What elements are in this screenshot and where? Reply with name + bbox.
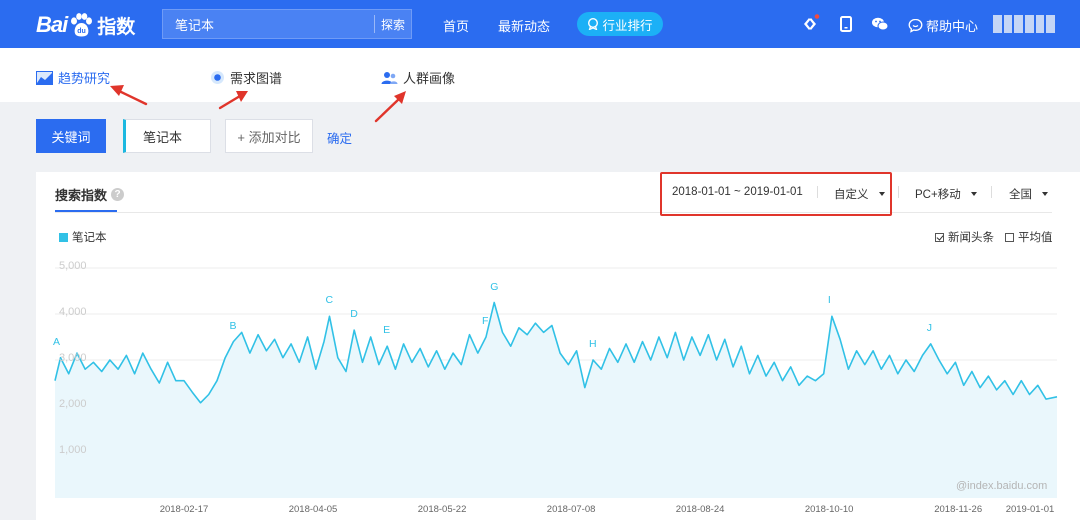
news-annotation-marker[interactable]: C bbox=[326, 294, 334, 306]
x-tick-label: 2018-08-24 bbox=[675, 504, 725, 515]
x-tick-label: 2018-10-10 bbox=[804, 504, 854, 515]
news-annotation-marker[interactable]: E bbox=[383, 324, 390, 336]
y-tick-label: 1,000 bbox=[59, 444, 87, 456]
x-tick-label: 2018-05-22 bbox=[417, 504, 467, 515]
x-tick-label: 2019-01-01 bbox=[1005, 504, 1055, 515]
search-index-chart[interactable] bbox=[0, 0, 1080, 520]
news-annotation-marker[interactable]: B bbox=[229, 320, 236, 332]
series-area bbox=[55, 302, 1057, 498]
y-tick-label: 3,000 bbox=[59, 352, 87, 364]
watermark: @index.baidu.com bbox=[956, 480, 1048, 492]
y-tick-label: 2,000 bbox=[59, 398, 87, 410]
news-annotation-marker[interactable]: A bbox=[53, 336, 60, 348]
news-annotation-marker[interactable]: I bbox=[828, 294, 831, 306]
x-tick-label: 2018-04-05 bbox=[288, 504, 338, 515]
x-tick-label: 2018-07-08 bbox=[546, 504, 596, 515]
news-annotation-marker[interactable]: G bbox=[490, 281, 498, 293]
x-tick-label: 2018-11-26 bbox=[934, 504, 983, 515]
news-annotation-marker[interactable]: F bbox=[482, 315, 488, 327]
news-annotation-marker[interactable]: D bbox=[350, 308, 358, 320]
y-tick-label: 5,000 bbox=[59, 260, 87, 272]
x-tick-label: 2018-02-17 bbox=[159, 504, 209, 515]
news-annotation-marker[interactable]: H bbox=[589, 338, 597, 350]
y-tick-label: 4,000 bbox=[59, 306, 87, 318]
news-annotation-marker[interactable]: J bbox=[927, 322, 932, 334]
